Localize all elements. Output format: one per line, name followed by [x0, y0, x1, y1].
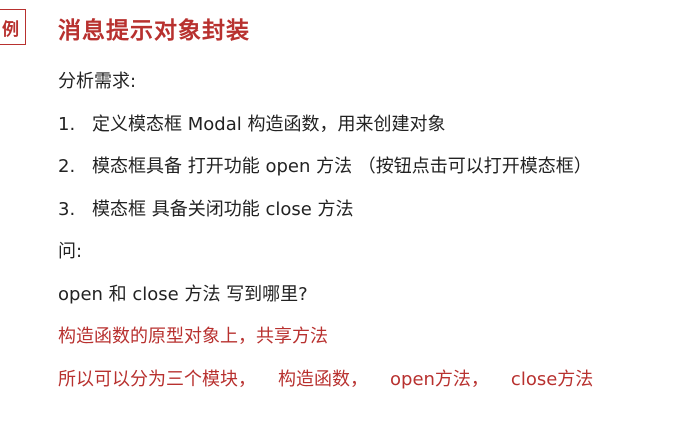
question-text: open 和 close 方法 写到哪里? — [58, 284, 308, 305]
answer-part: 构造函数， — [278, 369, 368, 390]
list-item-text: 模态框具备 打开功能 open 方法 （按钮点击可以打开模态框） — [92, 156, 592, 177]
list-item-text: 定义模态框 Modal 构造函数，用来创建对象 — [92, 114, 446, 135]
list-item: 3. 模态框 具备关闭功能 close 方法 — [58, 198, 354, 222]
example-tag: 例 — [0, 9, 26, 45]
answer-line-1: 构造函数的原型对象上，共享方法 — [58, 326, 328, 347]
list-item: 2. 模态框具备 打开功能 open 方法 （按钮点击可以打开模态框） — [58, 155, 592, 179]
answer-part: 所以可以分为三个模块， — [58, 369, 256, 390]
list-item-text: 模态框 具备关闭功能 close 方法 — [92, 199, 354, 220]
answer-part: open方法， — [390, 369, 489, 390]
page-title: 消息提示对象封装 — [58, 18, 250, 44]
example-tag-label: 例 — [2, 19, 19, 40]
answer-part: close方法 — [510, 369, 594, 390]
requirements-heading: 分析需求: — [58, 71, 137, 92]
answer-line-2: 所以可以分为三个模块， 构造函数， open方法， close方法 — [58, 368, 593, 392]
list-item-number: 2. — [58, 156, 76, 177]
question-label: 问: — [58, 241, 83, 262]
list-item-number: 3. — [58, 199, 76, 220]
list-item-number: 1. — [58, 114, 76, 135]
list-item: 1. 定义模态框 Modal 构造函数，用来创建对象 — [58, 113, 445, 137]
